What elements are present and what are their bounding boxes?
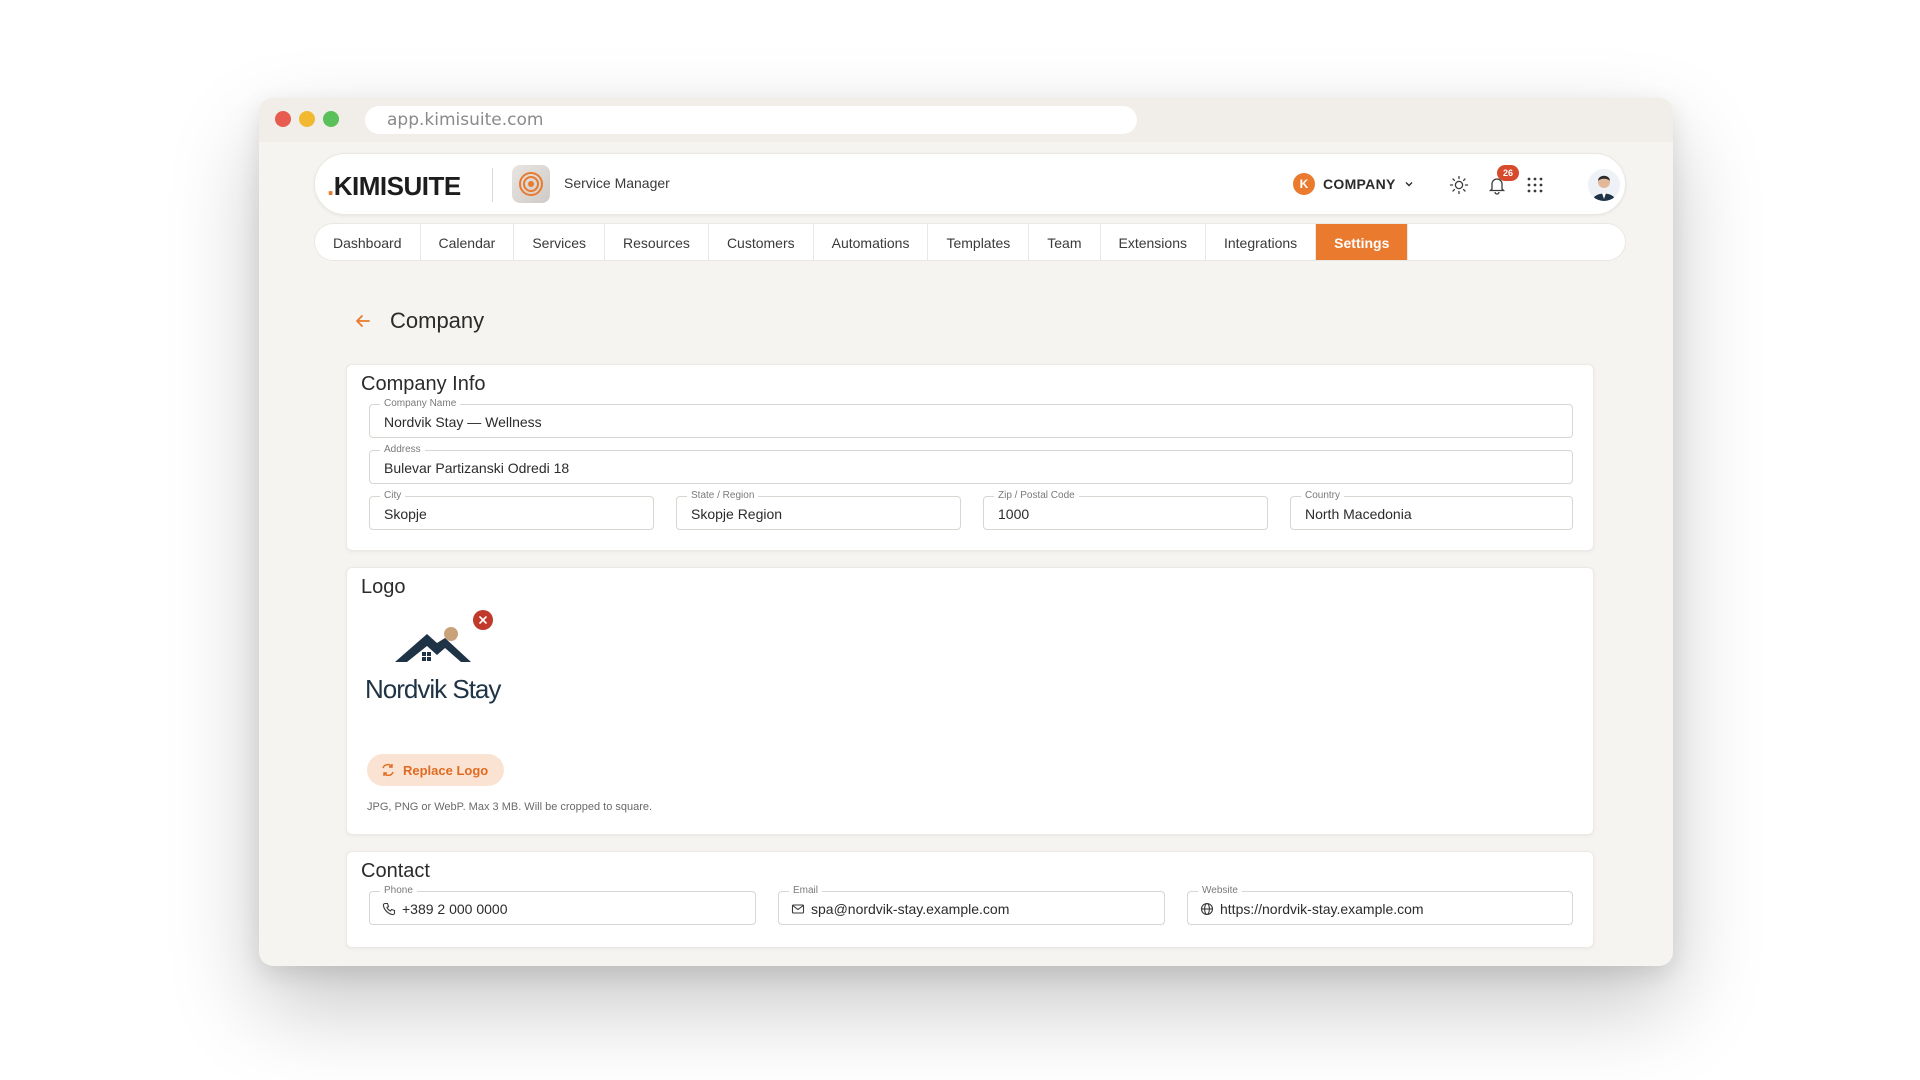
browser-titlebar: app.kimisuite.com — [259, 98, 1673, 142]
nav-settings[interactable]: Settings — [1316, 224, 1409, 260]
header-divider — [492, 168, 493, 202]
address-label: Address — [380, 444, 425, 456]
zip-value: 1000 — [998, 506, 1030, 522]
company-selector[interactable]: K COMPANY — [1293, 173, 1414, 195]
minimize-window-button[interactable] — [299, 111, 315, 127]
country-label: Country — [1301, 490, 1345, 502]
page-header: Company — [354, 308, 484, 334]
globe-icon — [1200, 902, 1214, 916]
phone-field[interactable]: Phone +389 2 000 0000 — [369, 885, 756, 925]
email-field[interactable]: Email spa@nordvik-stay.example.com — [778, 885, 1165, 925]
user-avatar-image — [1588, 169, 1620, 201]
theme-toggle-button[interactable] — [1447, 173, 1471, 197]
website-label: Website — [1198, 885, 1242, 897]
zip-field[interactable]: Zip / Postal Code 1000 — [983, 490, 1268, 530]
close-icon — [479, 616, 487, 624]
state-label: State / Region — [687, 490, 759, 502]
nav-templates[interactable]: Templates — [928, 224, 1030, 260]
nav-dashboard[interactable]: Dashboard — [315, 224, 421, 260]
target-icon — [519, 172, 543, 196]
back-arrow-icon[interactable] — [354, 312, 372, 330]
email-label: Email — [789, 885, 823, 897]
phone-icon — [382, 902, 396, 916]
state-field[interactable]: State / Region Skopje Region — [676, 490, 961, 530]
nav-team[interactable]: Team — [1029, 224, 1101, 260]
company-info-title: Company Info — [361, 373, 486, 395]
brand-name: KIMISUITE — [333, 171, 461, 201]
website-value: https://nordvik-stay.example.com — [1220, 901, 1424, 917]
user-avatar[interactable] — [1588, 169, 1620, 201]
company-avatar: K — [1293, 173, 1315, 195]
chevron-down-icon — [1405, 182, 1413, 187]
notification-count-badge: 26 — [1497, 165, 1519, 181]
logo-hint: JPG, PNG or WebP. Max 3 MB. Will be crop… — [367, 801, 653, 813]
swap-icon — [382, 763, 394, 777]
service-manager-app-icon[interactable] — [512, 165, 550, 203]
city-label: City — [380, 490, 406, 502]
company-name-label: Company Name — [380, 398, 461, 410]
nav-resources[interactable]: Resources — [605, 224, 709, 260]
notifications-button[interactable]: 26 — [1485, 165, 1519, 197]
address-field[interactable]: Address Bulevar Partizanski Odredi 18 — [369, 444, 1573, 484]
nav-services[interactable]: Services — [514, 224, 606, 260]
apps-grid-button[interactable] — [1523, 173, 1547, 197]
logo-card: Logo Nordvik Stay Replace Logo JPG, PNG … — [346, 567, 1594, 835]
logo-text: Nordvik Stay — [365, 674, 501, 704]
country-field[interactable]: Country North Macedonia — [1290, 490, 1573, 530]
city-value: Skopje — [384, 506, 427, 522]
email-value: spa@nordvik-stay.example.com — [811, 901, 1010, 917]
replace-logo-button[interactable]: Replace Logo — [367, 754, 505, 786]
nav-extensions[interactable]: Extensions — [1101, 224, 1206, 260]
close-window-button[interactable] — [275, 111, 291, 127]
company-label: COMPANY — [1323, 176, 1396, 192]
website-field[interactable]: Website https://nordvik-stay.example.com — [1187, 885, 1573, 925]
contact-title: Contact — [361, 860, 430, 882]
page-title: Company — [390, 308, 485, 333]
contact-card: Contact Phone +389 2 000 0000 Email spa@… — [346, 851, 1594, 948]
country-value: North Macedonia — [1305, 506, 1412, 522]
brand-logo[interactable]: .KIMISUITE — [327, 171, 461, 202]
company-info-card: Company Info Company Name Nordvik Stay —… — [346, 364, 1594, 551]
logo-title: Logo — [361, 576, 406, 598]
mail-icon — [791, 904, 805, 914]
app-name: Service Manager — [564, 175, 670, 191]
grid-icon — [1527, 177, 1543, 193]
company-name-value: Nordvik Stay — Wellness — [384, 414, 542, 430]
nav-calendar[interactable]: Calendar — [421, 224, 515, 260]
sun-icon — [1449, 175, 1469, 195]
address-value: Bulevar Partizanski Odredi 18 — [384, 460, 570, 476]
app-header: .KIMISUITE Service Manager K COMPANY 26 — [314, 153, 1626, 215]
nav-automations[interactable]: Automations — [814, 224, 929, 260]
state-value: Skopje Region — [691, 506, 783, 522]
maximize-window-button[interactable] — [323, 111, 339, 127]
url-bar[interactable]: app.kimisuite.com — [365, 106, 1137, 134]
company-name-field[interactable]: Company Name Nordvik Stay — Wellness — [369, 398, 1573, 438]
phone-label: Phone — [380, 885, 417, 897]
brand-dot: . — [327, 171, 334, 201]
nav-integrations[interactable]: Integrations — [1206, 224, 1317, 260]
browser-window: app.kimisuite.com .KIMISUITE Service Man… — [259, 98, 1673, 966]
replace-logo-label: Replace Logo — [403, 762, 489, 778]
main-nav: Dashboard Calendar Services Resources Cu… — [314, 223, 1626, 261]
remove-logo-button[interactable] — [473, 610, 493, 630]
phone-value: +389 2 000 0000 — [402, 901, 508, 917]
nav-customers[interactable]: Customers — [709, 224, 814, 260]
zip-label: Zip / Postal Code — [994, 490, 1079, 502]
city-field[interactable]: City Skopje — [369, 490, 654, 530]
